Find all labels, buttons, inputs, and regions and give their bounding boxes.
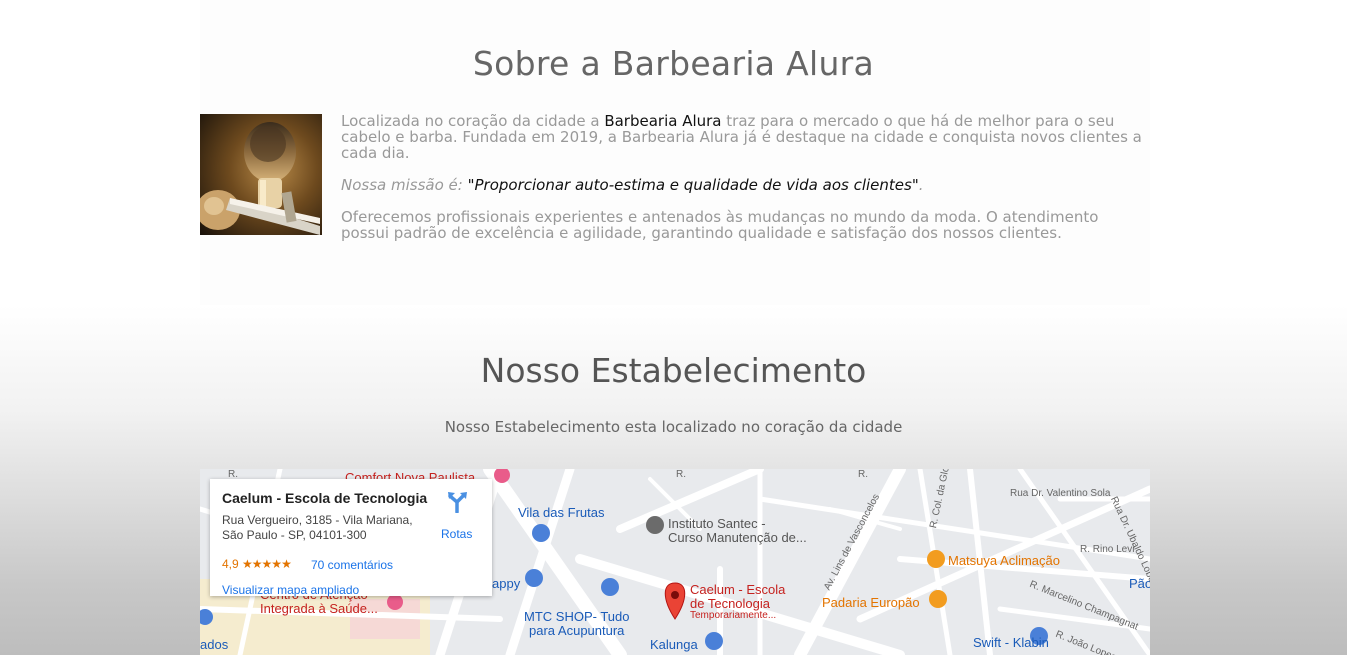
map-label-caelum-line1[interactable]: Caelum - Escola (690, 582, 785, 597)
map-label-happy[interactable]: appy (492, 576, 520, 591)
about-text: Localizada no coração da cidade a Barbea… (341, 113, 1151, 257)
rating-value: 4,9 (222, 557, 239, 571)
about-paragraph-intro: Localizada no coração da cidade a Barbea… (341, 113, 1151, 161)
about-paragraph-services: Oferecemos profissionais experientes e a… (341, 208, 1099, 242)
about-section: Sobre a Barbearia Alura Localizada no co… (0, 0, 1347, 305)
map-label-centro-line2[interactable]: Integrada à Saúde... (260, 601, 378, 616)
place-title: Caelum - Escola de Tecnologia (222, 490, 428, 506)
map-label-caelum-line3[interactable]: Temporariamente... (690, 610, 776, 621)
map-label-swift[interactable]: Swift - Klabin (973, 635, 1049, 650)
map-label-kalunga[interactable]: Kalunga (650, 637, 698, 652)
map-label-caelum-line2[interactable]: de Tecnologia (690, 596, 770, 611)
establishment-subtitle: Nosso Estabelecimento esta localizado no… (444, 418, 903, 436)
map-label-padaria[interactable]: Padaria Europão (822, 595, 920, 610)
establishment-title: Nosso Estabelecimento (480, 351, 867, 390)
map-street-valentino: Rua Dr. Valentino Sola (1010, 488, 1111, 499)
map-label-instituto-line2[interactable]: Curso Manutenção de... (668, 530, 807, 545)
barber-tools-image (200, 114, 322, 235)
place-address: Rua Vergueiro, 3185 - Vila Mariana, São … (222, 513, 422, 543)
map-street-rino: R. Rino Levi (1080, 544, 1135, 555)
mission-label: Nossa missão é: (341, 176, 468, 194)
map-label-ados[interactable]: ados (200, 637, 228, 652)
mission-paragraph: Nossa missão é: "Proporcionar auto-estim… (341, 177, 1151, 193)
google-map[interactable]: Comfort Nova Paulista Vila das Frutas In… (200, 469, 1150, 655)
map-label-mtc-line2[interactable]: para Acupuntura (529, 623, 624, 638)
map-street-r-1: R. (676, 469, 686, 480)
mission-quote: "Proporcionar auto-estima e qualidade de… (467, 176, 919, 194)
place-address-line1: Rua Vergueiro, 3185 - Vila Mariana, (222, 513, 413, 527)
rating-stars-icon: ★★★★★ (242, 557, 292, 571)
about-title: Sobre a Barbearia Alura (472, 44, 875, 83)
map-label-vila-frutas[interactable]: Vila das Frutas (518, 505, 604, 520)
place-rating: 4,9 ★★★★★ (222, 557, 292, 571)
map-street-r-2: R. (858, 469, 868, 480)
directions-link[interactable]: Rotas (441, 527, 472, 541)
view-larger-map-link[interactable]: Visualizar mapa ampliado (222, 583, 359, 597)
map-label-mtc-line1[interactable]: MTC SHOP- Tudo (524, 609, 629, 624)
directions-icon[interactable] (446, 491, 468, 513)
map-label-matsuya[interactable]: Matsuya Aclimação (948, 553, 1060, 568)
reviews-link[interactable]: 70 comentários (311, 558, 393, 572)
place-address-line2: São Paulo - SP, 04101-300 (222, 528, 367, 542)
mission-end: . (918, 176, 924, 194)
map-label-instituto-line1[interactable]: Instituto Santec - (668, 516, 766, 531)
place-info-card: Caelum - Escola de Tecnologia Rua Vergue… (210, 479, 492, 597)
